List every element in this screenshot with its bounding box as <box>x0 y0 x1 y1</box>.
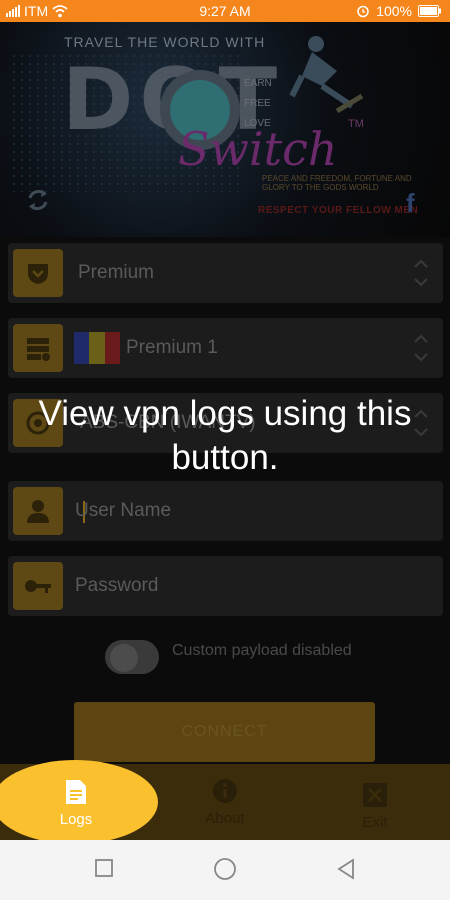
home-icon[interactable] <box>213 857 237 881</box>
plan-icon-box <box>13 249 63 297</box>
alarm-icon <box>357 5 369 18</box>
server-icon <box>27 338 50 361</box>
username-input[interactable]: User Name <box>75 500 171 522</box>
refresh-icon[interactable] <box>24 186 52 214</box>
exit-icon <box>363 783 387 807</box>
key-icon <box>25 580 51 593</box>
shield-icon <box>28 264 48 284</box>
key-icon-box <box>13 562 63 610</box>
banner-word: FREE <box>244 98 271 109</box>
server-value: Premium 1 <box>126 337 218 358</box>
username-field[interactable]: User Name <box>8 481 443 541</box>
flag-icon <box>74 332 120 364</box>
banner-tm: TM <box>348 118 364 130</box>
password-input[interactable]: Password <box>75 575 158 597</box>
plan-selector[interactable]: Premium <box>8 243 443 303</box>
nav-exit-label: Exit <box>362 814 388 831</box>
status-right: 100% <box>356 3 442 19</box>
connect-button[interactable]: CONNECT <box>74 702 375 762</box>
tutorial-message: View vpn logs using this button. <box>38 394 412 477</box>
nav-exit[interactable]: Exit <box>330 764 420 840</box>
user-icon-box <box>13 487 63 535</box>
brand-banner: TRAVEL THE WORLD WITH DOT EARN FREE LOVE… <box>0 22 450 237</box>
user-icon <box>27 500 49 523</box>
payload-switch-knob <box>110 644 138 672</box>
nav-about-label: About <box>205 810 245 827</box>
nav-about[interactable]: About <box>180 764 270 840</box>
battery-icon <box>418 5 441 17</box>
server-icon-box <box>13 324 63 372</box>
recents-icon[interactable] <box>94 858 114 878</box>
battery-percent: 100% <box>376 3 412 19</box>
logs-icon <box>66 780 86 804</box>
server-selector[interactable]: Premium 1 <box>8 318 443 378</box>
app-screen: TRAVEL THE WORLD WITH DOT EARN FREE LOVE… <box>0 22 450 840</box>
status-bar: ITM 9:27 AM 100% <box>0 0 450 22</box>
skater-graphic <box>289 36 364 114</box>
facebook-icon[interactable]: f <box>406 188 415 219</box>
chevron-updown-icon <box>414 334 428 362</box>
back-icon[interactable] <box>336 858 356 880</box>
nav-logs[interactable]: Logs <box>34 779 118 828</box>
banner-switch-text: Switch <box>178 122 338 176</box>
plan-value: Premium <box>78 262 155 283</box>
system-nav-bar <box>0 840 450 900</box>
banner-tagline: PEACE AND FREEDOM, FORTUNE AND GLORY TO … <box>262 174 412 192</box>
nav-logs-label: Logs <box>59 811 93 828</box>
password-field[interactable]: Password <box>8 556 443 616</box>
info-icon <box>213 779 237 803</box>
banner-line1: TRAVEL THE WORLD WITH <box>64 34 266 50</box>
payload-label: Custom payload disabled <box>172 642 352 659</box>
banner-word: EARN <box>244 78 272 89</box>
chevron-updown-icon <box>414 259 428 287</box>
banner-tagline2: RESPECT YOUR FELLOW MEN <box>258 205 419 216</box>
